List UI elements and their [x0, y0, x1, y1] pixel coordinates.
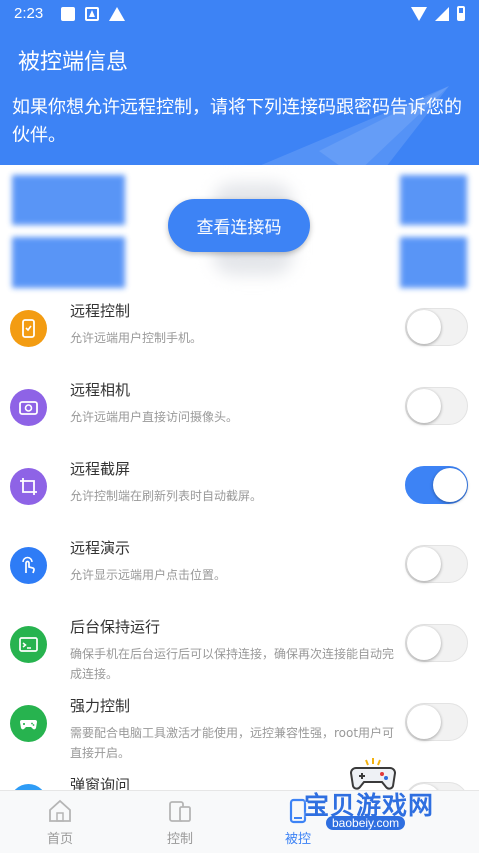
gamepad-icon: [10, 705, 47, 742]
keep-alive-toggle[interactable]: [405, 624, 468, 662]
watermark: 宝贝游戏网 baobeiy.com: [298, 756, 468, 836]
nav-tab-label: 控制: [166, 832, 193, 847]
setting-title: 后台保持运行: [70, 618, 161, 636]
signal-icon: [435, 6, 449, 21]
setting-keep-alive: 后台保持运行 确保手机在后台运行后可以保持连接，确保再次连接能自动完成连接。: [0, 604, 479, 683]
remote-demo-toggle[interactable]: [405, 545, 468, 583]
toggle-knob: [433, 468, 467, 502]
nav-tab-home[interactable]: 首页: [20, 797, 100, 849]
setting-remote-demo: 远程演示 允许显示远端用户点击位置。: [0, 525, 479, 604]
toggle-knob: [407, 547, 441, 581]
screenshot-crop-icon: [10, 468, 47, 505]
setting-title: 远程截屏: [70, 460, 131, 478]
view-connection-code-button[interactable]: 查看连接码: [168, 199, 310, 252]
setting-title: 弹窗询问: [70, 776, 131, 790]
camera-icon: [10, 389, 47, 426]
setting-title: 远程演示: [70, 539, 131, 557]
watermark-url: baobeiy.com: [326, 816, 406, 830]
settings-list: 远程控制 允许远端用户控制手机。 远程相机 允许远端用户直接访问摄像头。 远程截…: [0, 288, 479, 790]
square-notification-icon: [61, 7, 75, 21]
toggle-knob: [407, 626, 441, 660]
header-description: 如果你想允许远程控制，请将下列连接码跟密码告诉您的伙伴。: [12, 97, 462, 146]
header: 被控端信息 如果你想允许远程控制，请将下列连接码跟密码告诉您的伙伴。: [0, 28, 479, 165]
setting-remote-control: 远程控制 允许远端用户控制手机。: [0, 288, 479, 367]
touch-gesture-icon: [10, 547, 47, 584]
setting-title: 强力控制: [70, 697, 131, 715]
setting-title: 远程控制: [70, 302, 131, 320]
page-title: 被控端信息: [18, 50, 129, 75]
phone-control-icon: [10, 310, 47, 347]
setting-remote-camera: 远程相机 允许远端用户直接访问摄像头。: [0, 367, 479, 446]
toggle-knob: [407, 705, 441, 739]
setting-description: 允许控制端在刷新列表时自动截屏。: [70, 489, 263, 503]
connection-code-blurred: [12, 175, 125, 225]
password-blurred-right: [400, 237, 467, 288]
status-bar: 2:23: [0, 0, 479, 28]
toggle-knob: [407, 389, 441, 423]
setting-description: 允许显示远端用户点击位置。: [70, 568, 227, 582]
force-control-toggle[interactable]: [405, 703, 468, 741]
warning-icon: [109, 7, 125, 21]
remote-screenshot-toggle[interactable]: [405, 466, 468, 504]
devices-icon: [169, 801, 191, 822]
terminal-window-icon: [10, 626, 47, 663]
setting-description: 允许远端用户直接访问摄像头。: [70, 410, 239, 424]
battery-icon: [457, 6, 465, 21]
remote-camera-toggle[interactable]: [405, 387, 468, 425]
setting-force-control: 强力控制 需要配合电脑工具激活才能使用，远控兼容性强，root用户可直接开启。: [0, 683, 479, 762]
setting-description: 允许远端用户控制手机。: [70, 331, 203, 345]
setting-description: 确保手机在后台运行后可以保持连接，确保再次连接能自动完成连接。: [70, 647, 395, 681]
toggle-knob: [407, 310, 441, 344]
nav-tab-control[interactable]: 控制: [140, 797, 220, 849]
connection-code-blurred-right: [400, 175, 467, 225]
connection-code-area: 查看连接码: [0, 165, 479, 288]
password-blurred: [12, 237, 125, 288]
wifi-icon: [411, 6, 427, 21]
status-time: 2:23: [14, 5, 44, 22]
setting-remote-screenshot: 远程截屏 允许控制端在刷新列表时自动截屏。: [0, 446, 479, 525]
home-icon: [49, 799, 71, 822]
a-box-notification-icon: [85, 7, 99, 21]
setting-title: 远程相机: [70, 381, 131, 399]
remote-control-toggle[interactable]: [405, 308, 468, 346]
nav-tab-label: 首页: [46, 832, 73, 847]
